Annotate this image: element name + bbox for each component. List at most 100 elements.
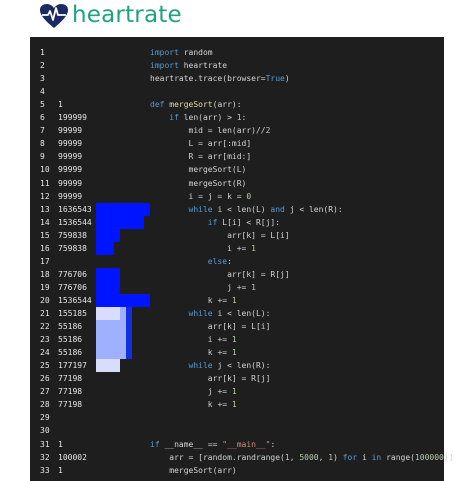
code-token: R = arr[mid:]: [150, 152, 252, 162]
hit-count: 55186: [58, 335, 83, 345]
code-token: 0: [246, 191, 252, 201]
code-token: )]: [443, 452, 454, 462]
code-line: 29: [30, 411, 444, 424]
code-token: arr[k] = R[j]: [150, 269, 290, 279]
code-token: 1: [231, 113, 242, 123]
source-code: mergeSort(R): [150, 177, 247, 190]
line-number: 18: [40, 269, 50, 279]
code-line: 22 55186 arr[k] = L[i]: [30, 320, 444, 333]
code-token: ): [333, 452, 343, 462]
code-token: len(arr): [178, 113, 228, 123]
code-token: else: [207, 256, 228, 266]
line-number: 11: [40, 178, 50, 188]
hit-count: 77198: [58, 374, 83, 384]
heat-cell: [138, 215, 144, 229]
line-number: 3: [40, 74, 45, 84]
code-token: +=: [217, 295, 228, 305]
code-token: i < len(L):: [212, 309, 271, 318]
code-token: ): [284, 74, 290, 84]
code-token: i < len(L): [212, 204, 271, 214]
source-code: if len(arr) > 1:: [150, 111, 246, 124]
source-code: import random: [150, 46, 213, 59]
line-number: 22: [40, 322, 50, 332]
hit-count: 100002: [58, 452, 87, 462]
code-token: :: [270, 439, 276, 449]
line-number: 32: [40, 452, 50, 462]
line-number: 2: [40, 61, 45, 71]
line-number: 5: [40, 100, 45, 110]
source-code: k += 1: [150, 398, 237, 411]
code-token: mergeSort(L): [150, 165, 247, 175]
line-number: 23: [40, 335, 50, 345]
code-token: mergeSort(arr): [150, 465, 237, 475]
line-number: 31: [40, 439, 50, 449]
code-line: 14 1536544 if L[i] < R[j]:: [30, 216, 444, 229]
heat-cell: [108, 241, 114, 255]
code-token: k: [150, 348, 218, 358]
line-number: 7: [40, 126, 45, 136]
app-header: heartrate: [0, 0, 474, 34]
code-line: 5 1 def mergeSort(arr):: [30, 98, 444, 111]
code-token: 100000: [414, 452, 444, 462]
source-code: k += 1: [150, 294, 237, 307]
code-token: i: [357, 452, 372, 462]
code-token: +=: [236, 282, 247, 292]
line-number: 33: [40, 465, 50, 475]
code-token: ,: [318, 452, 329, 462]
hit-count: 77198: [58, 387, 83, 397]
code-token: heartrate: [178, 61, 228, 71]
code-line: 20 1536544 k += 1: [30, 294, 444, 307]
heat-cell: [114, 280, 120, 294]
code-line: 24 55186 k += 1: [30, 346, 444, 359]
hit-count: 759838: [58, 243, 87, 253]
line-number: 17: [40, 256, 50, 266]
source-code: i += 1: [150, 242, 256, 255]
code-token: arr[k] = L[i]: [150, 230, 290, 240]
code-line: 26 77198 arr[k] = R[j]: [30, 372, 444, 385]
heat-cell: [114, 359, 120, 373]
code-token: i: [150, 335, 218, 345]
code-line: 32 100002 arr = [random.randrange(1, 5000…: [30, 451, 454, 464]
heat-cell: [126, 320, 132, 334]
code-token: 1: [227, 387, 237, 397]
heat-cell: [126, 333, 132, 347]
code-token: 1: [227, 400, 237, 410]
code-token: i: [150, 243, 237, 253]
source-code: def mergeSort(arr):: [150, 98, 242, 111]
code-token: +=: [217, 335, 228, 345]
line-number: 12: [40, 191, 50, 201]
source-code: else:: [150, 255, 232, 268]
code-line: 12 99999 i = j = k = 0: [30, 190, 444, 203]
code-token: :: [227, 256, 232, 266]
hit-count: 1: [58, 100, 63, 110]
source-code: while j < len(R):: [150, 359, 271, 372]
source-code: i += 1: [150, 333, 237, 346]
source-code: arr[k] = L[i]: [150, 320, 271, 333]
code-line: 19 776706 j += 1: [30, 281, 444, 294]
code-line: 8 99999 L = arr[:mid]: [30, 137, 444, 150]
code-token: ,: [289, 452, 300, 462]
code-line: 25 177197 while j < len(R):: [30, 359, 444, 372]
code-token: +=: [217, 348, 228, 358]
code-token: while: [188, 309, 213, 318]
code-token: j < len(R):: [284, 204, 343, 214]
code-token: L = arr[:mid]: [150, 139, 252, 149]
code-line: 21 155185 while i < len(L):: [30, 307, 444, 320]
hit-count: 1636543: [58, 204, 92, 214]
logo-text: heartrate: [72, 2, 182, 28]
code-line: 2 import heartrate: [30, 59, 444, 72]
code-line: 4: [30, 85, 444, 98]
code-line: 17 else:: [30, 255, 444, 268]
source-code: j += 1: [150, 385, 237, 398]
code-line: 10 99999 mergeSort(L): [30, 163, 444, 176]
code-token: j: [150, 387, 218, 397]
heat-cell: [144, 293, 150, 308]
line-number: 9: [40, 152, 45, 162]
source-code: R = arr[mid:]: [150, 150, 252, 163]
line-number: 25: [40, 361, 50, 371]
code-token: arr = [random.randrange(: [150, 452, 285, 462]
hit-count: 99999: [58, 139, 83, 149]
code-line: 30: [30, 424, 444, 437]
line-number: 19: [40, 282, 50, 292]
